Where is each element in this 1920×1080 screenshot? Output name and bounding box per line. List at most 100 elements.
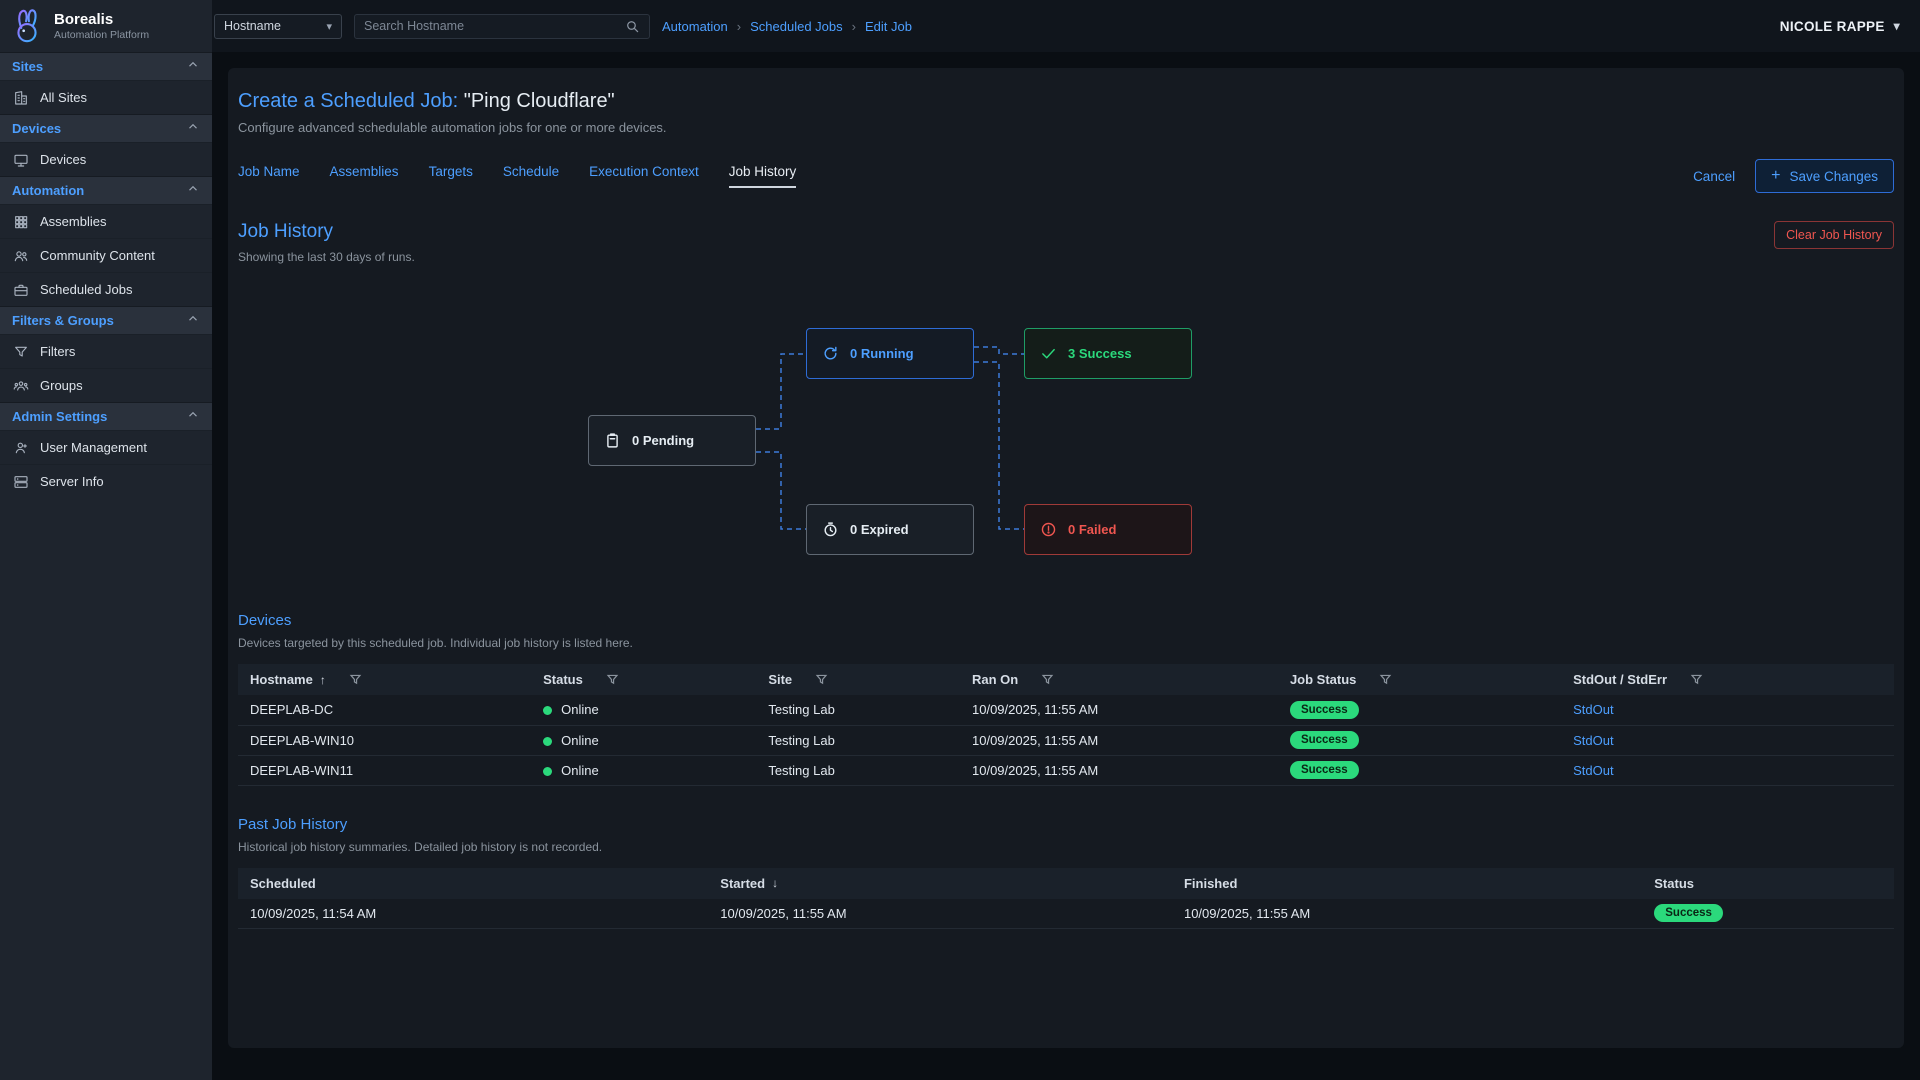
user-name: NICOLE RAPPE (1780, 19, 1885, 34)
sidebar-section-sites[interactable]: Sites (0, 52, 212, 80)
sidebar-section-admin-settings[interactable]: Admin Settings (0, 402, 212, 430)
column-filter-icon[interactable] (606, 673, 619, 686)
column-filter-icon[interactable] (349, 673, 362, 686)
search-input[interactable] (364, 19, 625, 33)
breadcrumb-separator-icon: › (852, 19, 856, 34)
clear-job-history-button[interactable]: Clear Job History (1774, 221, 1894, 249)
col-started[interactable]: Started ↓ (708, 868, 1172, 899)
user-icon (13, 440, 29, 456)
chevron-up-icon (186, 312, 200, 329)
save-changes-button[interactable]: + Save Changes (1755, 159, 1894, 193)
col-site[interactable]: Site (756, 664, 960, 695)
past-table-header-row: Scheduled Started ↓ Finished Status (238, 868, 1894, 899)
building-icon (13, 90, 29, 106)
column-filter-icon[interactable] (1041, 673, 1054, 686)
sidebar-item-assemblies[interactable]: Assemblies (0, 204, 212, 238)
sidebar-section-automation[interactable]: Automation (0, 176, 212, 204)
people-icon (13, 248, 29, 264)
chevron-down-icon: ▾ (326, 20, 332, 33)
col-stdout[interactable]: StdOut / StdErr (1561, 664, 1894, 695)
stdout-link[interactable]: StdOut (1573, 733, 1613, 748)
col-status[interactable]: Status (531, 664, 756, 695)
cell-stdout: StdOut (1561, 725, 1894, 755)
col-finished[interactable]: Finished (1172, 868, 1642, 899)
tab-schedule[interactable]: Schedule (503, 164, 559, 188)
clock-icon (822, 521, 839, 538)
breadcrumb: Automation › Scheduled Jobs › Edit Job (662, 19, 912, 34)
tab-assemblies[interactable]: Assemblies (330, 164, 399, 188)
sidebar-section-filters-groups[interactable]: Filters & Groups (0, 306, 212, 334)
status-badge: Success (1290, 761, 1359, 779)
app-root: Borealis Automation Platform Sites All S… (0, 0, 1920, 1080)
grid-icon (13, 214, 29, 230)
cell-hostname: DEEPLAB-WIN11 (238, 755, 531, 785)
chevron-down-icon: ▾ (1894, 19, 1900, 33)
chevron-up-icon (186, 182, 200, 199)
sidebar-section-devices[interactable]: Devices (0, 114, 212, 142)
col-ran-on[interactable]: Ran On (960, 664, 1278, 695)
sidebar-item-label: Scheduled Jobs (40, 282, 133, 297)
edit-job-panel: Create a Scheduled Job: "Ping Cloudflare… (228, 68, 1904, 1048)
sidebar-item-devices[interactable]: Devices (0, 142, 212, 176)
sidebar-item-user-management[interactable]: User Management (0, 430, 212, 464)
col-job-status[interactable]: Job Status (1278, 664, 1561, 695)
cancel-button[interactable]: Cancel (1693, 169, 1735, 184)
cell-ran-on: 10/09/2025, 11:55 AM (960, 725, 1278, 755)
breadcrumb-automation[interactable]: Automation (662, 19, 728, 34)
sidebar-item-all-sites[interactable]: All Sites (0, 80, 212, 114)
sidebar-item-label: All Sites (40, 90, 87, 105)
node-pending-label: 0 Pending (632, 433, 694, 448)
past-job-history-subheading: Historical job history summaries. Detail… (238, 840, 1894, 854)
column-filter-icon[interactable] (1379, 673, 1392, 686)
check-icon (1040, 345, 1057, 362)
tab-execution-context[interactable]: Execution Context (589, 164, 699, 188)
table-row: DEEPLAB-DC Online Testing Lab 10/09/2025… (238, 695, 1894, 725)
column-filter-icon[interactable] (1690, 673, 1703, 686)
cell-started: 10/09/2025, 11:55 AM (708, 899, 1172, 929)
col-hostname[interactable]: Hostname ↑ (238, 664, 531, 695)
sidebar-item-label: Server Info (40, 474, 104, 489)
page-title: Create a Scheduled Job: "Ping Cloudflare… (238, 90, 1894, 113)
user-menu[interactable]: NICOLE RAPPE ▾ (1780, 19, 1900, 34)
col-scheduled[interactable]: Scheduled (238, 868, 708, 899)
past-job-history-table: Scheduled Started ↓ Finished Status 10/0… (238, 868, 1894, 930)
tab-job-history[interactable]: Job History (729, 164, 797, 188)
devices-heading: Devices (238, 612, 1894, 629)
node-failed-label: 0 Failed (1068, 522, 1116, 537)
breadcrumb-edit-job[interactable]: Edit Job (865, 19, 912, 34)
sort-descending-icon: ↓ (772, 876, 778, 890)
hostname-select[interactable]: Hostname ▾ (214, 14, 342, 39)
error-icon (1040, 521, 1057, 538)
job-status-diagram: 0 Pending 0 Running 3 Success 0 Expired (238, 290, 1894, 582)
node-success-label: 3 Success (1068, 346, 1132, 361)
app-subtitle: Automation Platform (54, 29, 149, 41)
cell-scheduled: 10/09/2025, 11:54 AM (238, 899, 708, 929)
node-pending: 0 Pending (588, 415, 756, 466)
sidebar-item-scheduled-jobs[interactable]: Scheduled Jobs (0, 272, 212, 306)
breadcrumb-separator-icon: › (737, 19, 741, 34)
tab-job-name[interactable]: Job Name (238, 164, 300, 188)
sidebar-item-label: Devices (40, 152, 86, 167)
section-label: Automation (12, 183, 84, 198)
sidebar-item-label: Filters (40, 344, 75, 359)
node-expired: 0 Expired (806, 504, 974, 555)
devices-table: Hostname ↑ Status Site (238, 664, 1894, 786)
sidebar-item-server-info[interactable]: Server Info (0, 464, 212, 498)
col-past-status[interactable]: Status (1642, 868, 1894, 899)
cell-finished: 10/09/2025, 11:55 AM (1172, 899, 1642, 929)
tab-targets[interactable]: Targets (429, 164, 473, 188)
content-area: Create a Scheduled Job: "Ping Cloudflare… (212, 52, 1920, 1080)
tabs-row: Job Name Assemblies Targets Schedule Exe… (238, 159, 1894, 193)
sidebar-item-filters[interactable]: Filters (0, 334, 212, 368)
stdout-link[interactable]: StdOut (1573, 763, 1613, 778)
column-filter-icon[interactable] (815, 673, 828, 686)
breadcrumb-scheduled-jobs[interactable]: Scheduled Jobs (750, 19, 843, 34)
sidebar-item-label: Community Content (40, 248, 155, 263)
stdout-link[interactable]: StdOut (1573, 702, 1613, 717)
sidebar-item-groups[interactable]: Groups (0, 368, 212, 402)
server-icon (13, 474, 29, 490)
sidebar: Borealis Automation Platform Sites All S… (0, 0, 212, 1080)
sidebar-item-community-content[interactable]: Community Content (0, 238, 212, 272)
topbar: Hostname ▾ Automation › Scheduled Jobs ›… (212, 0, 1920, 52)
groups-icon (13, 378, 29, 394)
